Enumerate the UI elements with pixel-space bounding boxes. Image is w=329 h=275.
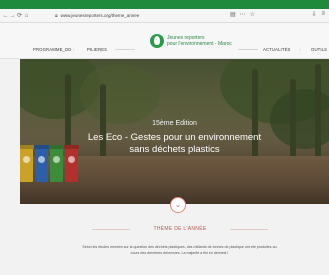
home-icon[interactable]: ⌂ xyxy=(23,11,30,21)
browser-top-stripe xyxy=(0,0,329,9)
theme-title: THÈME DE L'ANNÉE xyxy=(153,226,207,232)
nav-item-actualites[interactable]: ACTUALITÉS xyxy=(263,47,291,52)
logo-text: Jeunes reporters pour l'environnement - … xyxy=(167,35,232,47)
hero-edition: 15ème Edition xyxy=(152,120,197,127)
logo-icon xyxy=(150,34,164,48)
chevron-down-icon: ⌄ xyxy=(174,200,182,209)
toolbar-right: ⇩ ≡ xyxy=(311,11,325,18)
more-icon[interactable]: ⋯ xyxy=(240,11,246,18)
theme-divider-left xyxy=(92,229,130,230)
refresh-icon[interactable]: ⟳ xyxy=(16,11,23,21)
scroll-down-button[interactable]: ⌄ xyxy=(170,197,186,213)
bookmark-icon[interactable]: ☆ xyxy=(250,11,255,18)
nav-separator: › xyxy=(73,47,75,52)
nav-item-pilieres[interactable]: PILIERES xyxy=(87,47,107,52)
reader-icon[interactable]: ▤ xyxy=(230,11,236,18)
theme-divider-right xyxy=(230,229,268,230)
hero-banner: 15ème Edition Les Eco - Gestes pour un e… xyxy=(20,59,329,204)
address-actions: ▤ ⋯ ☆ xyxy=(230,11,255,18)
browser-toolbar: ← → ⟳ ⌂ 🔒︎ www.jeunesreporters.org/theme… xyxy=(0,9,329,23)
nav-divider xyxy=(238,49,258,50)
download-icon[interactable]: ⇩ xyxy=(311,11,316,18)
forward-icon[interactable]: → xyxy=(9,11,16,21)
theme-body-line-2: cours des dernières décennies. La majori… xyxy=(130,251,229,255)
menu-icon[interactable]: ≡ xyxy=(321,11,325,18)
hero-title-line-1: Les Eco - Gestes pour un environnement xyxy=(87,132,262,143)
nav-separator: › xyxy=(299,47,301,52)
logo-line-2: pour l'environnement - Maroc xyxy=(167,41,232,47)
url-text: www.jeunesreporters.org/theme_annee xyxy=(60,13,140,18)
nav-divider xyxy=(115,49,135,50)
hero-title: Les Eco - Gestes pour un environnement s… xyxy=(20,132,329,156)
nav-item-programme[interactable]: PROGRAMME_DD xyxy=(33,47,71,52)
nav-item-outils[interactable]: OUTILS xyxy=(311,47,327,52)
lock-icon: 🔒︎ xyxy=(55,12,58,19)
site-logo[interactable]: Jeunes reporters pour l'environnement - … xyxy=(150,34,232,48)
theme-description: Selon les études menées sur la question … xyxy=(30,244,329,256)
hero-title-line-2: sans déchets plastics xyxy=(129,144,220,155)
back-icon[interactable]: ← xyxy=(2,11,9,21)
address-bar[interactable]: 🔒︎ www.jeunesreporters.org/theme_annee xyxy=(55,11,205,20)
